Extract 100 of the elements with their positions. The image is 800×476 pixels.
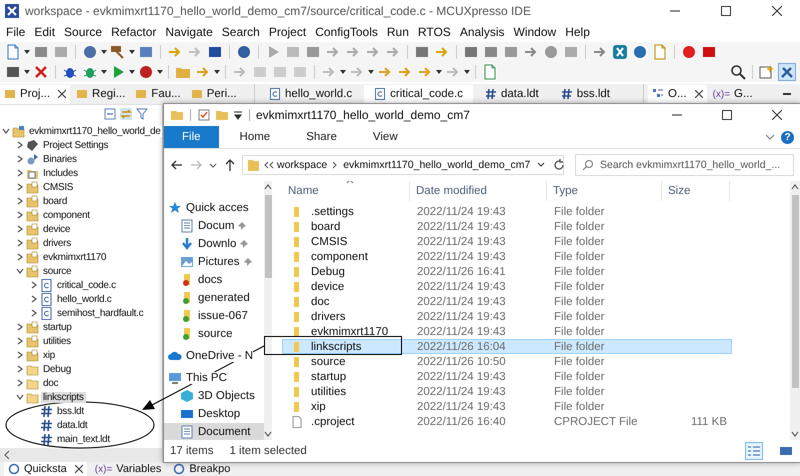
menu-item[interactable]: File: [6, 25, 26, 39]
tree-item[interactable]: drivers: [41, 238, 73, 248]
caret-icon[interactable]: [129, 50, 135, 54]
expand-ribbon-icon[interactable]: [765, 132, 775, 142]
tree-item[interactable]: device: [41, 224, 72, 234]
menu-item[interactable]: Source: [64, 25, 102, 39]
scroll-up-icon[interactable]: [791, 183, 799, 191]
tools-icon[interactable]: [779, 64, 795, 80]
menu-item[interactable]: Window: [514, 25, 556, 39]
caret-icon[interactable]: [129, 70, 135, 74]
file-row[interactable]: utilities 2022/11/24 19:43 File folder: [282, 384, 732, 399]
search-icon[interactable]: [730, 64, 746, 80]
ribbon-tab[interactable]: Home: [224, 126, 286, 148]
caret-icon[interactable]: [101, 50, 107, 54]
expand-chevron-icon[interactable]: [16, 253, 24, 261]
panel-tab[interactable]: (x)= Variables: [90, 462, 166, 476]
column-header[interactable]: Name: [282, 181, 410, 201]
expand-chevron-icon[interactable]: [16, 211, 24, 219]
tree-item[interactable]: component: [41, 210, 92, 220]
close-icon[interactable]: [694, 90, 703, 98]
menu-item[interactable]: Analysis: [460, 25, 504, 39]
x-logo-icon[interactable]: [612, 44, 628, 60]
scroll-left-icon[interactable]: [3, 451, 11, 459]
refresh-icon[interactable]: [552, 158, 566, 172]
tree-item[interactable]: utilities: [41, 336, 73, 346]
menu-item[interactable]: ConfigTools: [315, 25, 378, 39]
caret-icon[interactable]: [101, 70, 107, 74]
help-button[interactable]: ?: [781, 130, 794, 144]
file-row[interactable]: Debug 2022/11/26 16:41 File folder: [282, 264, 732, 279]
menu-item[interactable]: Project: [268, 25, 306, 39]
overflow-chevron-icon[interactable]: [264, 161, 274, 169]
panel-tab[interactable]: (x)= G...: [708, 84, 757, 104]
tree-item[interactable]: Includes: [41, 168, 80, 178]
caret-icon[interactable]: [214, 70, 220, 74]
expand-chevron-icon[interactable]: [30, 295, 38, 303]
file-row[interactable]: source 2022/11/26 10:50 File folder: [282, 354, 732, 369]
caret-icon[interactable]: [436, 70, 442, 74]
caret-icon[interactable]: [368, 70, 374, 74]
expand-chevron-icon[interactable]: [30, 281, 38, 289]
column-header[interactable]: Type: [547, 181, 662, 201]
tree-item[interactable]: Project Settings: [41, 140, 110, 150]
panel-tab[interactable]: O...: [648, 84, 707, 104]
editor-tab[interactable]: hello_world.c: [259, 84, 362, 104]
caret-icon[interactable]: [464, 70, 470, 74]
menu-item[interactable]: Help: [565, 25, 590, 39]
tree-item[interactable]: Binaries: [41, 154, 79, 164]
tree-item[interactable]: xip: [41, 350, 57, 360]
hammer-icon[interactable]: [110, 44, 126, 60]
panel-tab[interactable]: Quicksta: [4, 462, 87, 476]
file-row[interactable]: .settings 2022/11/24 19:43 File folder: [282, 204, 732, 219]
scroll-up-icon[interactable]: [264, 183, 272, 191]
expand-chevron-icon[interactable]: [16, 351, 24, 359]
expand-chevron-icon[interactable]: [16, 365, 24, 373]
details-view-icon[interactable]: [746, 443, 762, 459]
file-row[interactable]: drivers 2022/11/24 19:43 File folder: [282, 309, 732, 324]
terminate-icon[interactable]: [33, 64, 49, 80]
scrollbar-thumb[interactable]: [792, 195, 798, 388]
address-bar[interactable]: workspace evkmimxrt1170_hello_world_demo_cm7: [242, 155, 564, 175]
expand-chevron-icon[interactable]: [16, 379, 24, 387]
vertical-scrollbar[interactable]: [790, 181, 800, 440]
file-row[interactable]: xip 2022/11/24 19:43 File folder: [282, 399, 732, 414]
file-row[interactable]: CMSIS 2022/11/24 19:43 File folder: [282, 234, 732, 249]
navigation-item[interactable]: Document: [164, 423, 264, 440]
ribbon-tab[interactable]: File: [164, 126, 219, 148]
collapse-chevron-icon[interactable]: [2, 127, 10, 135]
close-icon[interactable]: [772, 6, 782, 16]
tree-item[interactable]: Debug: [41, 364, 73, 374]
ribbon-tab[interactable]: View: [358, 126, 413, 148]
maximize-icon[interactable]: [722, 110, 732, 120]
collapse-chevron-icon[interactable]: [16, 267, 24, 275]
file-row[interactable]: startup 2022/11/24 19:43 File folder: [282, 369, 732, 384]
caret-icon[interactable]: [24, 70, 30, 74]
tree-item[interactable]: hello_world.c: [55, 294, 114, 304]
file-row[interactable]: component 2022/11/24 19:43 File folder: [282, 249, 732, 264]
scrollbar-thumb[interactable]: [264, 195, 272, 278]
tree-item[interactable]: board: [41, 196, 70, 206]
collapse-all-icon[interactable]: [104, 108, 116, 120]
properties-icon[interactable]: [197, 108, 211, 122]
tree-item[interactable]: data.ldt: [55, 420, 90, 430]
caret-icon[interactable]: [157, 70, 163, 74]
expand-chevron-icon[interactable]: [16, 141, 24, 149]
expand-chevron-icon[interactable]: [16, 155, 24, 163]
search-field[interactable]: Search evkmimxrt1170_hello_world_...: [575, 154, 794, 176]
ribbon-tab[interactable]: Share: [291, 126, 352, 148]
menu-item[interactable]: Refactor: [111, 25, 156, 39]
expand-chevron-icon[interactable]: [16, 197, 24, 205]
editor-tab[interactable]: bss.ldt: [550, 84, 620, 104]
close-icon[interactable]: [772, 110, 782, 120]
file-row[interactable]: doc 2022/11/24 19:43 File folder: [282, 294, 732, 309]
panel-tab[interactable]: Fau...: [131, 84, 185, 104]
expand-chevron-icon[interactable]: [16, 337, 24, 345]
file-row[interactable]: linkscripts 2022/11/26 16:04 File folder: [282, 339, 732, 354]
breadcrumb-item[interactable]: workspace: [277, 159, 328, 171]
tree-item[interactable]: CMSIS: [41, 182, 76, 192]
breadcrumb-item[interactable]: evkmimxrt1170_hello_world_demo_cm7: [343, 159, 530, 171]
stop-icon[interactable]: [305, 44, 321, 60]
caret-icon[interactable]: [340, 70, 346, 74]
editor-tab[interactable]: critical_code.c: [364, 84, 473, 104]
perspective-icon[interactable]: [759, 64, 775, 80]
tree-item[interactable]: critical_code.c: [55, 280, 118, 290]
